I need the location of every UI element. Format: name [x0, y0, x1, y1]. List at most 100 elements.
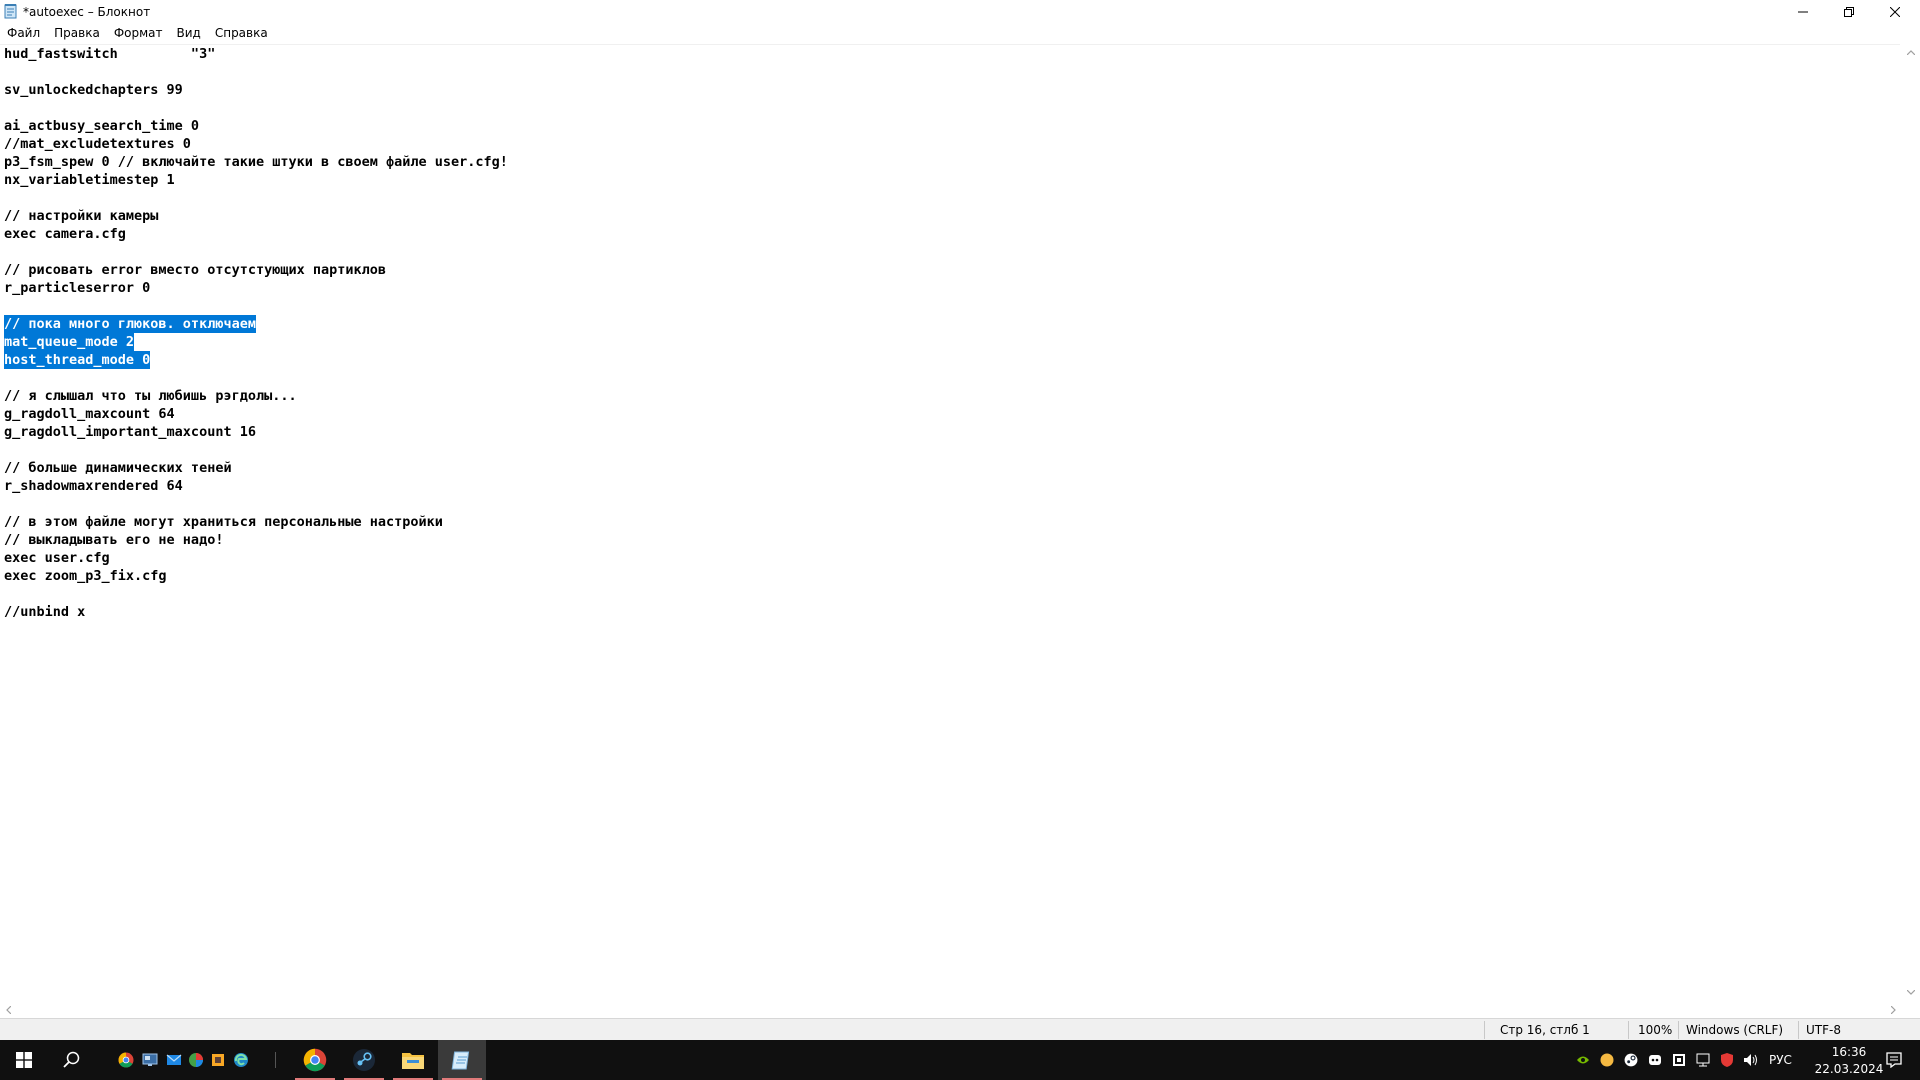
- taskbar: РУС 16:36 22.03.2024: [0, 1040, 1920, 1080]
- scroll-left-arrow-icon[interactable]: [0, 1001, 17, 1018]
- status-bar: Стр 16, стлб 1 100% Windows (CRLF) UTF-8: [0, 1018, 1920, 1041]
- status-divider: [1798, 1021, 1799, 1039]
- chrome-small-icon: [118, 1052, 134, 1068]
- mail-icon: [166, 1054, 182, 1065]
- code-line[interactable]: ai_actbusy_search_time 0: [4, 117, 199, 135]
- code-line[interactable]: // в этом файле могут храниться персонал…: [4, 513, 443, 531]
- start-button[interactable]: [0, 1040, 48, 1080]
- quicklaunch-monitor[interactable]: [140, 1040, 160, 1080]
- status-line-endings: Windows (CRLF): [1686, 1023, 1784, 1037]
- tray-gpu-tool[interactable]: [1670, 1040, 1688, 1080]
- notification-center-button[interactable]: [1874, 1040, 1914, 1080]
- quicklaunch-tool[interactable]: [208, 1040, 228, 1080]
- status-zoom: 100%: [1638, 1023, 1673, 1037]
- selected-code-line[interactable]: host_thread_mode 0: [4, 351, 151, 369]
- restore-icon: [1844, 7, 1854, 17]
- tray-steam[interactable]: [1622, 1040, 1640, 1080]
- orange-circle-icon: [1600, 1053, 1614, 1067]
- menu-file[interactable]: Файл: [0, 24, 47, 43]
- code-line[interactable]: exec camera.cfg: [4, 225, 126, 243]
- code-line[interactable]: //unbind x: [4, 603, 85, 621]
- tray-language[interactable]: РУС: [1769, 1053, 1792, 1067]
- horizontal-scrollbar[interactable]: [0, 1001, 1902, 1018]
- quicklaunch-mail[interactable]: [164, 1040, 184, 1080]
- taskbar-file-explorer[interactable]: [389, 1040, 437, 1080]
- tray-nvidia[interactable]: [1574, 1040, 1592, 1080]
- taskbar-separator: [275, 1052, 276, 1068]
- gpu-tool-icon: [1673, 1054, 1685, 1066]
- edge-icon: [234, 1053, 248, 1067]
- tray-security[interactable]: [1718, 1040, 1736, 1080]
- taskbar-chrome[interactable]: [291, 1040, 339, 1080]
- network-icon: [1696, 1053, 1710, 1067]
- code-line[interactable]: exec user.cfg: [4, 549, 110, 567]
- code-line[interactable]: // выкладывать его не надо!: [4, 531, 223, 549]
- status-divider: [1678, 1021, 1679, 1039]
- text-editor-area[interactable]: hud_fastswitch "3" sv_unlockedchapters 99…: [0, 44, 1900, 1002]
- minimize-icon: [1798, 11, 1808, 13]
- code-line[interactable]: g_ragdoll_important_maxcount 16: [4, 423, 256, 441]
- discord-icon: [1649, 1055, 1661, 1065]
- code-line[interactable]: // настройки камеры: [4, 207, 158, 225]
- code-line[interactable]: g_ragdoll_maxcount 64: [4, 405, 175, 423]
- taskbar-steam[interactable]: [340, 1040, 388, 1080]
- code-line[interactable]: // больше динамических теней: [4, 459, 232, 477]
- window-title: *autoexec – Блокнот: [23, 5, 151, 19]
- code-line[interactable]: r_shadowmaxrendered 64: [4, 477, 183, 495]
- search-icon: [63, 1051, 80, 1068]
- code-line[interactable]: hud_fastswitch "3": [4, 45, 215, 63]
- windows-start-icon: [16, 1052, 32, 1068]
- close-icon: [1890, 7, 1900, 17]
- minimize-button[interactable]: [1780, 0, 1826, 24]
- menu-bar: Файл Правка Формат Вид Справка: [0, 24, 1920, 43]
- steam-icon: [353, 1049, 375, 1071]
- tray-network[interactable]: [1694, 1040, 1712, 1080]
- menu-help[interactable]: Справка: [208, 24, 275, 43]
- search-button[interactable]: [48, 1040, 96, 1080]
- file-explorer-icon: [402, 1053, 424, 1069]
- volume-icon: [1744, 1054, 1757, 1066]
- tray-volume[interactable]: [1742, 1040, 1760, 1080]
- tool-app-icon: [212, 1054, 224, 1066]
- code-line[interactable]: //mat_excludetextures 0: [4, 135, 191, 153]
- code-line[interactable]: // я слышал что ты любишь рэгдолы...: [4, 387, 297, 405]
- status-cursor-position: Стр 16, стлб 1: [1500, 1023, 1590, 1037]
- code-line[interactable]: p3_fsm_spew 0 // включайте такие штуки в…: [4, 153, 508, 171]
- code-line[interactable]: // рисовать error вместо отсутстующих па…: [4, 261, 386, 279]
- tray-discord[interactable]: [1646, 1040, 1664, 1080]
- tray-app-orange[interactable]: [1598, 1040, 1616, 1080]
- close-button[interactable]: [1872, 0, 1918, 24]
- selected-code-line[interactable]: mat_queue_mode 2: [4, 333, 135, 351]
- monitor-app-icon: [142, 1053, 158, 1066]
- code-line[interactable]: sv_unlockedchapters 99: [4, 81, 183, 99]
- status-divider: [1484, 1021, 1485, 1039]
- restore-button[interactable]: [1826, 0, 1872, 24]
- steam-tray-icon: [1624, 1053, 1638, 1067]
- shield-icon: [1721, 1053, 1733, 1067]
- status-encoding: UTF-8: [1806, 1023, 1841, 1037]
- tray-time[interactable]: 16:36: [1820, 1045, 1878, 1059]
- code-line[interactable]: nx_variabletimestep 1: [4, 171, 175, 189]
- status-divider: [1628, 1021, 1629, 1039]
- nvidia-icon: [1577, 1056, 1589, 1064]
- quicklaunch-chrome[interactable]: [116, 1040, 136, 1080]
- chrome-icon: [303, 1048, 327, 1072]
- colorful-app-icon: [189, 1053, 203, 1067]
- notepad-app-icon: [4, 3, 18, 19]
- menu-edit[interactable]: Правка: [47, 24, 107, 43]
- code-line[interactable]: r_particleserror 0: [4, 279, 150, 297]
- code-line[interactable]: exec zoom_p3_fix.cfg: [4, 567, 167, 585]
- taskbar-notepad[interactable]: [438, 1040, 486, 1080]
- notepad-icon: [451, 1051, 470, 1070]
- scroll-down-arrow-icon[interactable]: [1902, 984, 1919, 1001]
- vertical-scrollbar[interactable]: [1902, 44, 1920, 1001]
- title-bar: *autoexec – Блокнот: [0, 0, 1920, 24]
- quicklaunch-colorful-app[interactable]: [186, 1040, 206, 1080]
- scroll-right-arrow-icon[interactable]: [1885, 1001, 1902, 1018]
- menu-format[interactable]: Формат: [107, 24, 170, 43]
- scroll-up-arrow-icon[interactable]: [1902, 44, 1919, 61]
- notification-icon: [1886, 1052, 1902, 1068]
- selected-code-line[interactable]: // пока много глюков. отключаем: [4, 315, 256, 333]
- menu-view[interactable]: Вид: [170, 24, 208, 43]
- quicklaunch-edge[interactable]: [231, 1040, 251, 1080]
